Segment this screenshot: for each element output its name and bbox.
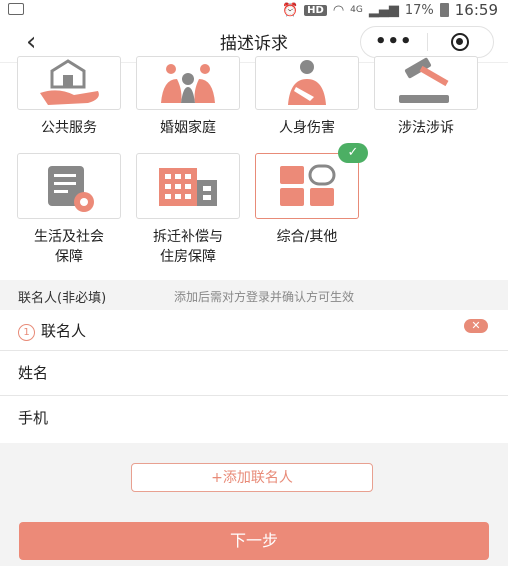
- phone-label: 手机: [18, 409, 49, 427]
- contact-item-label: 联名人: [41, 322, 87, 340]
- category-legal-litigation[interactable]: 涉法涉诉: [374, 56, 478, 138]
- battery-percent: 17%: [404, 2, 434, 18]
- category-label: 综合/其他: [276, 229, 338, 245]
- gavel-icon: [374, 56, 478, 110]
- more-icon: •••: [374, 31, 413, 52]
- document-badge-icon: [17, 153, 121, 219]
- next-step-button[interactable]: 下一步: [19, 522, 489, 560]
- phone-field[interactable]: 手机: [0, 396, 508, 442]
- contacts-hint: 添加后需对方登录并确认方可生效: [174, 290, 355, 304]
- contact-item-number: 1: [18, 324, 35, 341]
- category-label: 婚姻家庭: [160, 120, 216, 136]
- category-personal-injury[interactable]: 人身伤害: [255, 56, 359, 138]
- alarm-icon: ⏰: [281, 2, 299, 18]
- category-marriage-family[interactable]: 婚姻家庭: [136, 56, 240, 138]
- contacts-header: 联名人(非必填): [18, 291, 107, 306]
- battery-icon: [439, 3, 449, 17]
- category-demolition-housing[interactable]: 拆迁补偿与 住房保障: [136, 153, 240, 267]
- category-life-social-security[interactable]: 生活及社会 保障: [17, 153, 121, 267]
- category-general-other[interactable]: 综合/其他: [255, 153, 359, 247]
- remove-contact-button[interactable]: ✕: [464, 319, 488, 333]
- target-icon: [451, 33, 470, 51]
- injured-person-icon: [255, 56, 359, 110]
- wifi-icon: ◠: [332, 2, 345, 18]
- category-label: 拆迁补偿与 住房保障: [153, 229, 223, 265]
- status-bar: ⏰ HD ◠ 4G ▂▄▆ 17% 16:59: [0, 0, 508, 20]
- buildings-icon: [136, 153, 240, 219]
- image-icon: [8, 3, 24, 15]
- miniapp-capsule: •••: [360, 26, 494, 58]
- signal-icon: ▂▄▆: [368, 2, 399, 18]
- clock: 16:59: [454, 1, 498, 19]
- category-label: 涉法涉诉: [398, 120, 454, 136]
- category-label: 生活及社会 保障: [34, 229, 104, 265]
- category-label: 人身伤害: [279, 120, 335, 136]
- add-contact-button[interactable]: +添加联名人: [131, 463, 373, 492]
- contact-item-title: 1 联名人: [18, 320, 86, 341]
- network-label: 4G: [350, 5, 363, 15]
- contacts-section-header: 联名人(非必填) 添加后需对方登录并确认方可生效: [0, 280, 508, 310]
- hd-badge: HD: [304, 4, 327, 16]
- family-icon: [136, 56, 240, 110]
- name-label: 姓名: [18, 364, 49, 382]
- status-right: ⏰ HD ◠ 4G ▂▄▆ 17% 16:59: [282, 1, 498, 19]
- category-label: 公共服务: [41, 120, 97, 136]
- house-hand-icon: [17, 56, 121, 110]
- more-button[interactable]: •••: [361, 27, 427, 57]
- name-field[interactable]: 姓名: [0, 351, 508, 396]
- close-miniapp-button[interactable]: [428, 27, 494, 57]
- selected-check-icon: ✓: [338, 143, 368, 163]
- contact-item-header: 1 联名人 ✕: [0, 310, 508, 351]
- category-public-service[interactable]: 公共服务: [17, 56, 121, 138]
- grid-icon: [255, 153, 359, 219]
